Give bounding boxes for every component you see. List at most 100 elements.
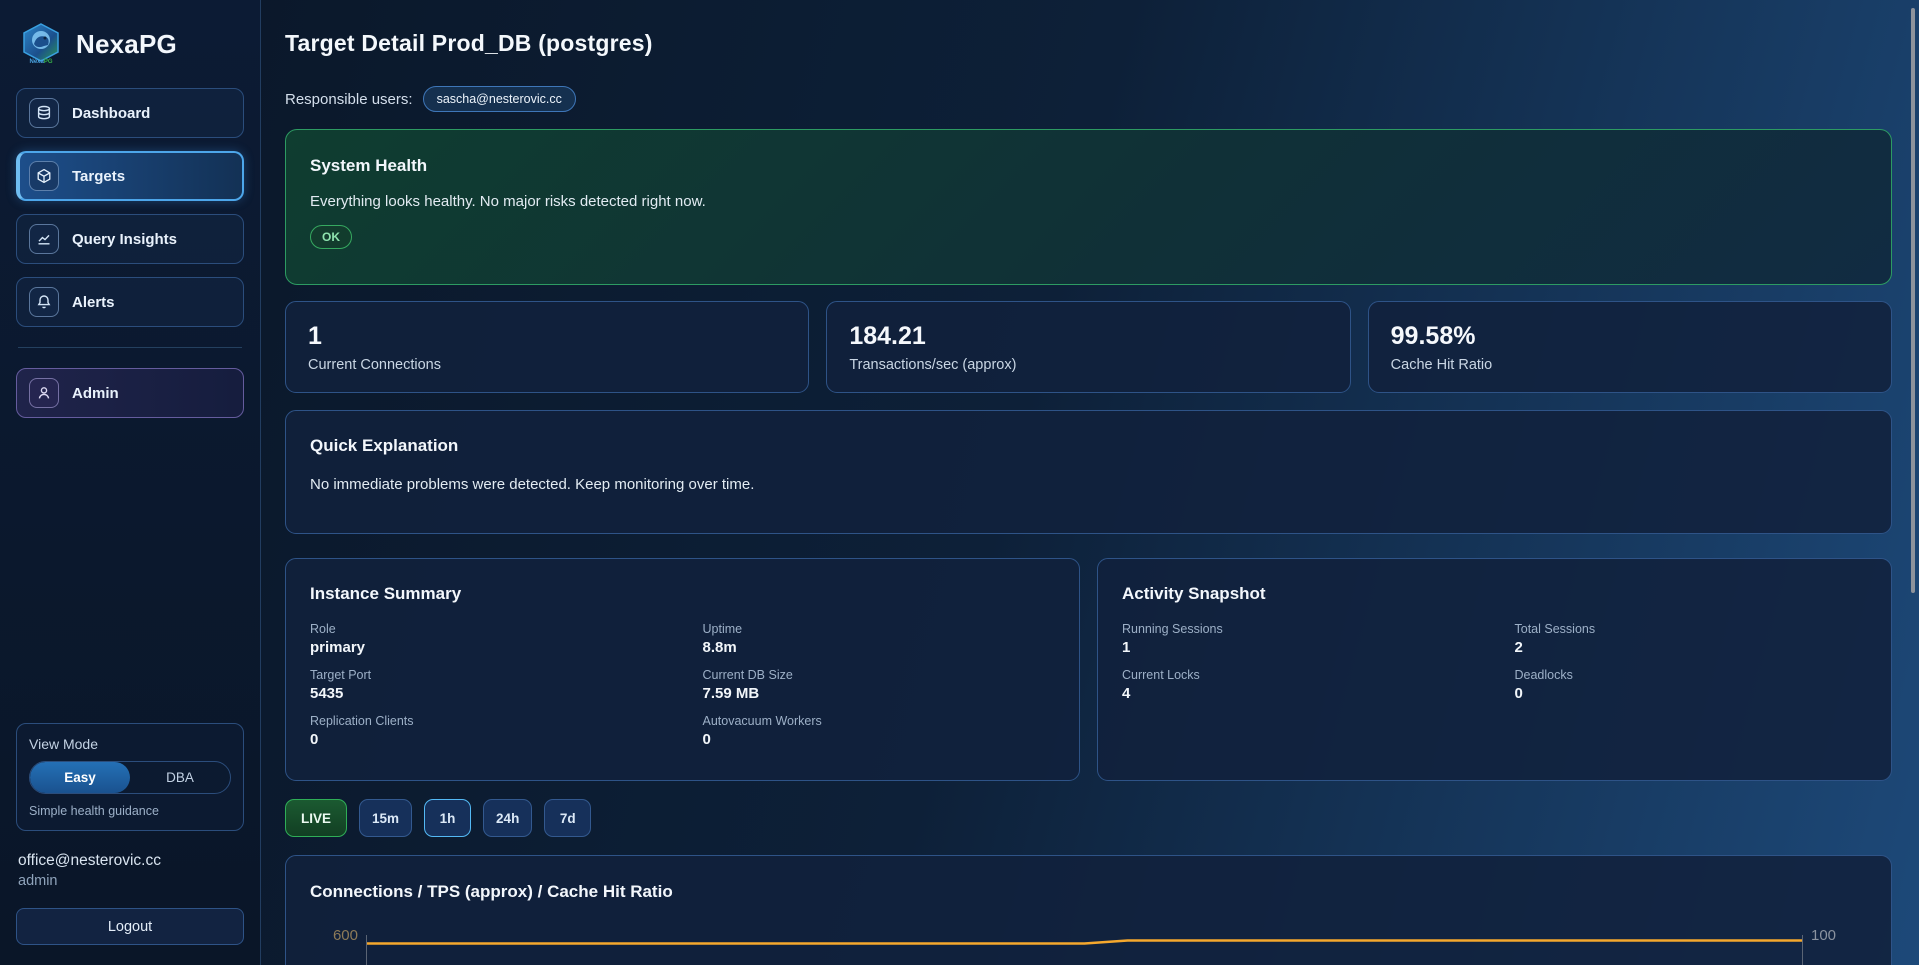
- page-title: Target Detail Prod_DB (postgres): [285, 30, 1892, 57]
- field: Replication Clients 0: [310, 714, 663, 748]
- responsible-user-badge[interactable]: sascha@nesterovic.cc: [423, 86, 576, 112]
- cube-icon: [29, 161, 59, 191]
- logo: NexaPG NexaPG: [16, 18, 244, 88]
- app-title: NexaPG: [76, 29, 177, 60]
- sidebar-nav: Dashboard Targets Query Insights: [16, 88, 244, 340]
- system-health-card: System Health Everything looks healthy. …: [285, 129, 1892, 285]
- field-value: 5435: [310, 685, 663, 702]
- sidebar-item-targets[interactable]: Targets: [16, 151, 244, 201]
- stat-label: Transactions/sec (approx): [849, 357, 1327, 373]
- field: Deadlocks 0: [1515, 668, 1868, 702]
- field-value: 0: [310, 731, 663, 748]
- field-value: 7.59 MB: [703, 685, 1056, 702]
- instance-summary-card: Instance Summary Role primary Uptime 8.8…: [285, 558, 1080, 781]
- view-mode-option-easy[interactable]: Easy: [30, 762, 130, 793]
- status-badge: OK: [310, 225, 352, 249]
- range-button-1h[interactable]: 1h: [424, 799, 471, 837]
- quick-explanation-card: Quick Explanation No immediate problems …: [285, 410, 1892, 534]
- field-label: Deadlocks: [1515, 668, 1868, 682]
- user-role: admin: [18, 873, 242, 889]
- left-axis-tick-label: 600: [310, 927, 366, 965]
- field-value: 2: [1515, 639, 1868, 656]
- field-label: Role: [310, 622, 663, 636]
- field-value: 8.8m: [703, 639, 1056, 656]
- field-label: Replication Clients: [310, 714, 663, 728]
- chart-title: Connections / TPS (approx) / Cache Hit R…: [310, 882, 1867, 902]
- quick-explanation-title: Quick Explanation: [310, 436, 1867, 456]
- stats-row: 1 Current Connections 184.21 Transaction…: [285, 301, 1892, 393]
- activity-snapshot-grid: Running Sessions 1 Total Sessions 2 Curr…: [1122, 622, 1867, 702]
- field-value: 4: [1122, 685, 1475, 702]
- stat-card-connections: 1 Current Connections: [285, 301, 809, 393]
- field: Target Port 5435: [310, 668, 663, 702]
- stat-card-cache-hit: 99.58% Cache Hit Ratio: [1368, 301, 1892, 393]
- stat-value: 1: [308, 322, 786, 351]
- activity-snapshot-card: Activity Snapshot Running Sessions 1 Tot…: [1097, 558, 1892, 781]
- stat-label: Cache Hit Ratio: [1391, 357, 1869, 373]
- chart-plot-row: 600 100: [310, 935, 1867, 965]
- view-mode-option-dba[interactable]: DBA: [130, 762, 230, 793]
- bell-icon: [29, 287, 59, 317]
- field-label: Running Sessions: [1122, 622, 1475, 636]
- time-range-controls: LIVE 15m 1h 24h 7d: [285, 799, 1892, 837]
- summary-row: Instance Summary Role primary Uptime 8.8…: [285, 558, 1892, 781]
- field-label: Target Port: [310, 668, 663, 682]
- field-value: 0: [1515, 685, 1868, 702]
- database-icon: [29, 98, 59, 128]
- sidebar-item-dashboard[interactable]: Dashboard: [16, 88, 244, 138]
- activity-snapshot-title: Activity Snapshot: [1122, 584, 1867, 604]
- field: Running Sessions 1: [1122, 622, 1475, 656]
- field-value: primary: [310, 639, 663, 656]
- sidebar-item-label: Alerts: [72, 294, 115, 311]
- sidebar-item-label: Query Insights: [72, 231, 177, 248]
- logo-wordmark: NexaPG: [20, 59, 62, 65]
- range-button-15m[interactable]: 15m: [359, 799, 412, 837]
- user-email: office@nesterovic.cc: [18, 852, 242, 870]
- sidebar-divider: [18, 347, 242, 348]
- stat-card-tps: 184.21 Transactions/sec (approx): [826, 301, 1350, 393]
- sidebar-item-label: Admin: [72, 385, 119, 402]
- person-icon: [29, 378, 59, 408]
- field-label: Uptime: [703, 622, 1056, 636]
- view-mode-panel: View Mode Easy DBA Simple health guidanc…: [16, 723, 244, 831]
- view-mode-label: View Mode: [29, 736, 231, 752]
- field: Uptime 8.8m: [703, 622, 1056, 656]
- metrics-chart-card: Connections / TPS (approx) / Cache Hit R…: [285, 855, 1892, 965]
- logout-button[interactable]: Logout: [16, 908, 244, 945]
- quick-explanation-message: No immediate problems were detected. Kee…: [310, 476, 1867, 493]
- instance-summary-title: Instance Summary: [310, 584, 1055, 604]
- sidebar-item-query-insights[interactable]: Query Insights: [16, 214, 244, 264]
- field-label: Current Locks: [1122, 668, 1475, 682]
- sidebar-item-admin[interactable]: Admin: [16, 368, 244, 418]
- field: Autovacuum Workers 0: [703, 714, 1056, 748]
- field-label: Current DB Size: [703, 668, 1056, 682]
- stat-value: 99.58%: [1391, 322, 1869, 351]
- range-button-24h[interactable]: 24h: [483, 799, 532, 837]
- live-button[interactable]: LIVE: [285, 799, 347, 837]
- stat-label: Current Connections: [308, 357, 786, 373]
- sidebar-item-alerts[interactable]: Alerts: [16, 277, 244, 327]
- system-health-title: System Health: [310, 156, 1867, 176]
- field: Total Sessions 2: [1515, 622, 1868, 656]
- responsible-users-label: Responsible users:: [285, 91, 413, 108]
- responsible-users-row: Responsible users: sascha@nesterovic.cc: [285, 86, 1892, 112]
- field-label: Autovacuum Workers: [703, 714, 1056, 728]
- line-chart-icon: [29, 224, 59, 254]
- sidebar-spacer: [16, 418, 244, 723]
- field: Role primary: [310, 622, 663, 656]
- system-health-message: Everything looks healthy. No major risks…: [310, 193, 1867, 210]
- sidebar-item-label: Targets: [72, 168, 125, 185]
- sidebar: NexaPG NexaPG Dashboard Targets: [0, 0, 261, 965]
- right-axis-tick-label: 100: [1803, 927, 1867, 965]
- view-mode-hint: Simple health guidance: [29, 804, 231, 818]
- field: Current DB Size 7.59 MB: [703, 668, 1056, 702]
- sidebar-item-label: Dashboard: [72, 105, 150, 122]
- tps-line-series: [367, 933, 1802, 947]
- stat-value: 184.21: [849, 322, 1327, 351]
- field-value: 0: [703, 731, 1056, 748]
- field-value: 1: [1122, 639, 1475, 656]
- field-label: Total Sessions: [1515, 622, 1868, 636]
- vertical-scrollbar[interactable]: [1911, 8, 1915, 593]
- instance-summary-grid: Role primary Uptime 8.8m Target Port 543…: [310, 622, 1055, 748]
- range-button-7d[interactable]: 7d: [544, 799, 591, 837]
